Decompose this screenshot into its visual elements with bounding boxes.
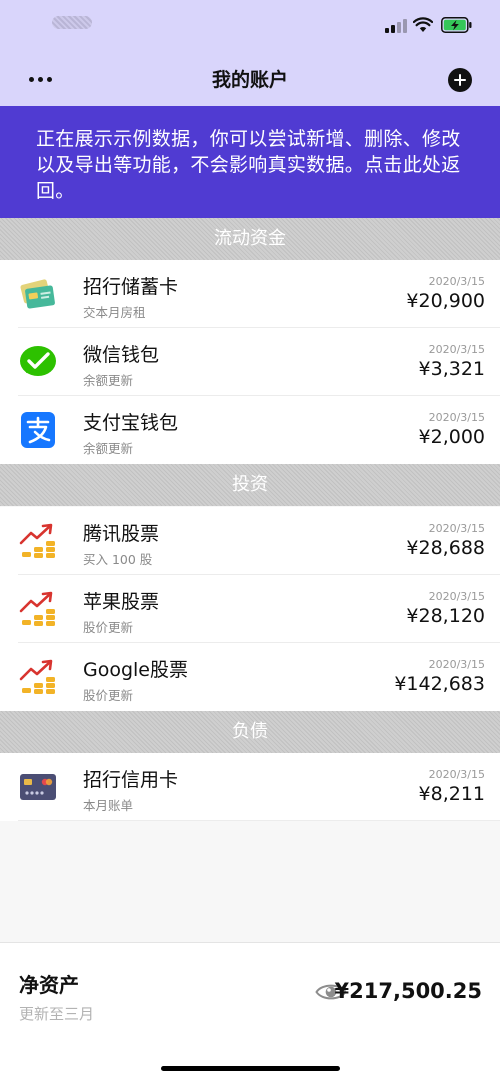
top-bar: 我的账户 bbox=[0, 0, 500, 106]
wifi-icon bbox=[413, 17, 433, 32]
account-date: 2020/3/15 bbox=[428, 522, 485, 535]
account-row[interactable]: 腾讯股票 买入 100 股 2020/3/15 ¥28,688 bbox=[0, 507, 500, 575]
debit-card-icon bbox=[20, 279, 55, 309]
credit-card-icon bbox=[20, 774, 56, 800]
alipay-icon bbox=[21, 412, 55, 448]
section-header-investment: 投资 bbox=[0, 464, 500, 506]
account-amount: ¥28,688 bbox=[406, 537, 485, 559]
account-amount: ¥142,683 bbox=[394, 673, 485, 695]
demo-data-banner[interactable]: 正在展示示例数据，你可以尝试新增、删除、修改以及导出等功能，不会影响真实数据。点… bbox=[0, 106, 500, 218]
account-note: 买入 100 股 bbox=[83, 552, 153, 567]
account-row[interactable]: Google股票 股价更新 2020/3/15 ¥142,683 bbox=[0, 643, 500, 711]
account-date: 2020/3/15 bbox=[428, 275, 485, 288]
stock-chart-icon bbox=[19, 659, 55, 694]
plus-circle-icon[interactable] bbox=[448, 68, 472, 92]
net-worth-amount[interactable]: ¥217,500.25 bbox=[335, 979, 482, 1003]
home-indicator[interactable] bbox=[161, 1066, 340, 1071]
row-divider bbox=[18, 820, 500, 821]
account-amount: ¥2,000 bbox=[418, 426, 485, 448]
status-bar bbox=[0, 0, 500, 52]
account-row[interactable]: 支付宝钱包 余额更新 2020/3/15 ¥2,000 bbox=[0, 396, 500, 464]
net-worth-footer: 净资产 更新至三月 ¥217,500.25 bbox=[0, 942, 500, 1081]
cellular-signal-icon bbox=[385, 19, 407, 33]
status-time bbox=[52, 16, 92, 29]
account-note: 股价更新 bbox=[83, 688, 134, 703]
net-worth-subtitle: 更新至三月 bbox=[19, 1005, 95, 1023]
account-row[interactable]: 微信钱包 余额更新 2020/3/15 ¥3,321 bbox=[0, 328, 500, 396]
account-name: 支付宝钱包 bbox=[83, 412, 179, 434]
account-name: 腾讯股票 bbox=[83, 523, 160, 545]
account-name: Google股票 bbox=[83, 659, 189, 681]
account-date: 2020/3/15 bbox=[428, 768, 485, 781]
account-name: 苹果股票 bbox=[83, 591, 160, 613]
battery-charging-icon bbox=[441, 17, 472, 33]
account-note: 余额更新 bbox=[83, 373, 134, 388]
account-date: 2020/3/15 bbox=[428, 658, 485, 671]
account-amount: ¥3,321 bbox=[418, 358, 485, 380]
account-note: 本月账单 bbox=[83, 798, 134, 813]
stock-chart-icon bbox=[19, 523, 55, 558]
account-name: 招行信用卡 bbox=[83, 769, 179, 791]
page-title: 我的账户 bbox=[211, 69, 288, 91]
account-name: 招行储蓄卡 bbox=[83, 276, 179, 298]
account-date: 2020/3/15 bbox=[428, 411, 485, 424]
account-amount: ¥8,211 bbox=[418, 783, 485, 805]
stock-chart-icon bbox=[19, 591, 55, 626]
wechat-icon bbox=[20, 346, 56, 376]
account-name: 微信钱包 bbox=[83, 344, 160, 366]
account-row[interactable]: 招行储蓄卡 交本月房租 2020/3/15 ¥20,900 bbox=[0, 260, 500, 328]
account-date: 2020/3/15 bbox=[428, 590, 485, 603]
account-row[interactable]: 苹果股票 股价更新 2020/3/15 ¥28,120 bbox=[0, 575, 500, 643]
section-header-cash: 流动资金 bbox=[0, 218, 500, 260]
account-note: 余额更新 bbox=[83, 441, 134, 456]
section-header-liabilities: 负债 bbox=[0, 711, 500, 753]
account-amount: ¥20,900 bbox=[406, 290, 485, 312]
account-row[interactable]: 招行信用卡 本月账单 2020/3/15 ¥8,211 bbox=[0, 753, 500, 821]
account-amount: ¥28,120 bbox=[406, 605, 485, 627]
account-date: 2020/3/15 bbox=[428, 343, 485, 356]
account-note: 交本月房租 bbox=[83, 305, 146, 320]
navigation-bar: 我的账户 bbox=[0, 52, 500, 106]
account-note: 股价更新 bbox=[83, 620, 134, 635]
net-worth-label: 净资产 bbox=[19, 973, 79, 997]
